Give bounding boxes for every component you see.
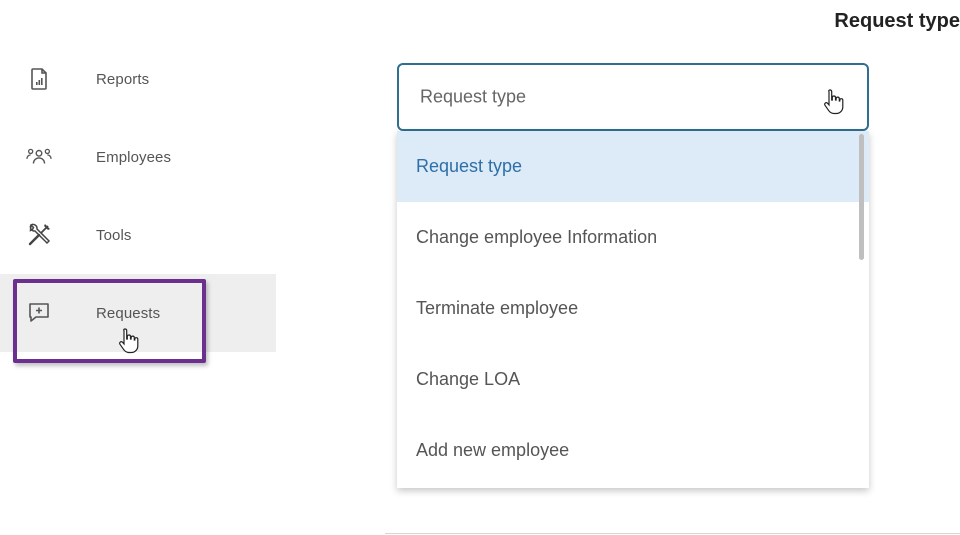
request-type-select[interactable]: Request type <box>397 63 869 131</box>
report-icon <box>26 66 52 92</box>
hand-cursor-icon <box>119 328 139 354</box>
employees-icon <box>26 144 52 170</box>
divider <box>385 533 960 534</box>
sidebar-item-label: Employees <box>96 148 172 166</box>
request-add-icon <box>26 300 52 326</box>
tools-icon <box>26 222 52 248</box>
request-type-dropdown: Request type Change employee Information… <box>397 131 869 488</box>
sidebar-item-label: Requests <box>96 304 161 322</box>
select-value: Request type <box>420 86 527 107</box>
page-title: Request type <box>834 10 960 32</box>
dropdown-option[interactable]: Add new employee <box>397 415 869 486</box>
dropdown-option[interactable]: Terminate employee <box>397 273 869 344</box>
hand-cursor-icon <box>824 89 844 115</box>
sidebar-item-reports[interactable]: Reports <box>0 40 280 118</box>
sidebar-item-label: Tools <box>96 226 132 244</box>
dropdown-option[interactable]: Request type <box>397 131 869 202</box>
dropdown-option[interactable]: Change LOA <box>397 344 869 415</box>
sidebar-item-tools[interactable]: Tools <box>0 196 280 274</box>
sidebar-item-label: Reports <box>96 70 150 88</box>
sidebar-item-employees[interactable]: Employees <box>0 118 280 196</box>
sidebar: Reports Employees Tools Requests <box>0 40 280 352</box>
dropdown-option[interactable]: Change employee Information <box>397 202 869 273</box>
dropdown-scrollbar[interactable] <box>859 134 864 260</box>
